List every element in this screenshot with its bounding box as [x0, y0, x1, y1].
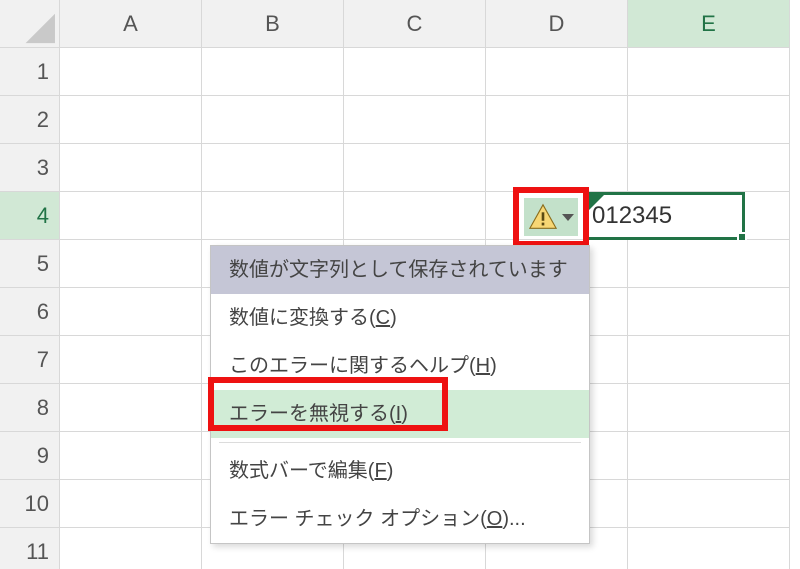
grid-cell[interactable] [60, 48, 202, 96]
column-header[interactable]: A [60, 0, 202, 48]
cell-value: 012345 [592, 202, 672, 230]
warning-icon [528, 202, 558, 232]
grid-cell[interactable] [486, 96, 628, 144]
select-all-corner[interactable] [0, 0, 60, 48]
column-header[interactable]: C [344, 0, 486, 48]
grid-cell[interactable] [344, 48, 486, 96]
fill-handle[interactable] [737, 232, 747, 242]
menu-item-error-help[interactable]: このエラーに関するヘルプ(H) [211, 342, 589, 390]
grid-cell[interactable] [60, 288, 202, 336]
menu-item-convert-number[interactable]: 数値に変換する(C) [211, 294, 589, 342]
row-header[interactable]: 7 [0, 336, 60, 384]
error-smarttag-button[interactable] [524, 198, 578, 236]
grid-cell[interactable] [60, 192, 202, 240]
error-indicator-icon [588, 195, 604, 211]
menu-separator [219, 442, 581, 443]
column-header[interactable]: B [202, 0, 344, 48]
row-header[interactable]: 8 [0, 384, 60, 432]
column-header[interactable]: D [486, 0, 628, 48]
row-header[interactable]: 4 [0, 192, 60, 240]
grid-cell[interactable] [628, 336, 790, 384]
column-header[interactable]: E [628, 0, 790, 48]
grid-cell[interactable] [628, 528, 790, 569]
grid-cell[interactable] [628, 432, 790, 480]
grid-cell[interactable] [628, 384, 790, 432]
menu-item-edit-formula-bar[interactable]: 数式バーで編集(F) [211, 447, 589, 495]
grid-cell[interactable] [202, 48, 344, 96]
menu-item-ignore-error[interactable]: エラーを無視する(I) [211, 390, 589, 438]
grid-cell[interactable] [60, 240, 202, 288]
grid-cell[interactable] [628, 480, 790, 528]
grid-cell[interactable] [60, 432, 202, 480]
grid-cell[interactable] [202, 96, 344, 144]
chevron-down-icon [562, 214, 574, 221]
grid-cell[interactable] [60, 336, 202, 384]
grid-cell[interactable] [202, 144, 344, 192]
row-header[interactable]: 5 [0, 240, 60, 288]
row-header[interactable]: 9 [0, 432, 60, 480]
row-header[interactable]: 3 [0, 144, 60, 192]
grid-cell[interactable] [344, 192, 486, 240]
error-context-menu: 数値が文字列として保存されています 数値に変換する(C) このエラーに関するヘル… [210, 245, 590, 544]
row-header[interactable]: 2 [0, 96, 60, 144]
grid-cell[interactable] [60, 144, 202, 192]
grid-cell[interactable] [628, 288, 790, 336]
grid-cell[interactable] [628, 144, 790, 192]
grid-cell[interactable] [344, 96, 486, 144]
row-header[interactable]: 1 [0, 48, 60, 96]
grid-cell[interactable] [202, 192, 344, 240]
grid-cell[interactable] [628, 96, 790, 144]
active-cell[interactable]: 012345 [585, 192, 745, 240]
row-header[interactable]: 11 [0, 528, 60, 569]
row-header[interactable]: 6 [0, 288, 60, 336]
grid-cell[interactable] [60, 528, 202, 569]
grid-cell[interactable] [60, 96, 202, 144]
grid-cell[interactable] [628, 240, 790, 288]
menu-item-error-check-options[interactable]: エラー チェック オプション(O)... [211, 495, 589, 543]
row-header[interactable]: 10 [0, 480, 60, 528]
grid-cell[interactable] [344, 144, 486, 192]
grid-cell[interactable] [628, 48, 790, 96]
grid-cell[interactable] [60, 480, 202, 528]
grid-cell[interactable] [486, 48, 628, 96]
menu-title: 数値が文字列として保存されています [211, 246, 589, 294]
grid-cell[interactable] [60, 384, 202, 432]
worksheet: 012345 数値が文字列として保存されています 数値に変換する(C) このエラ… [0, 0, 800, 569]
grid-cell[interactable] [486, 144, 628, 192]
